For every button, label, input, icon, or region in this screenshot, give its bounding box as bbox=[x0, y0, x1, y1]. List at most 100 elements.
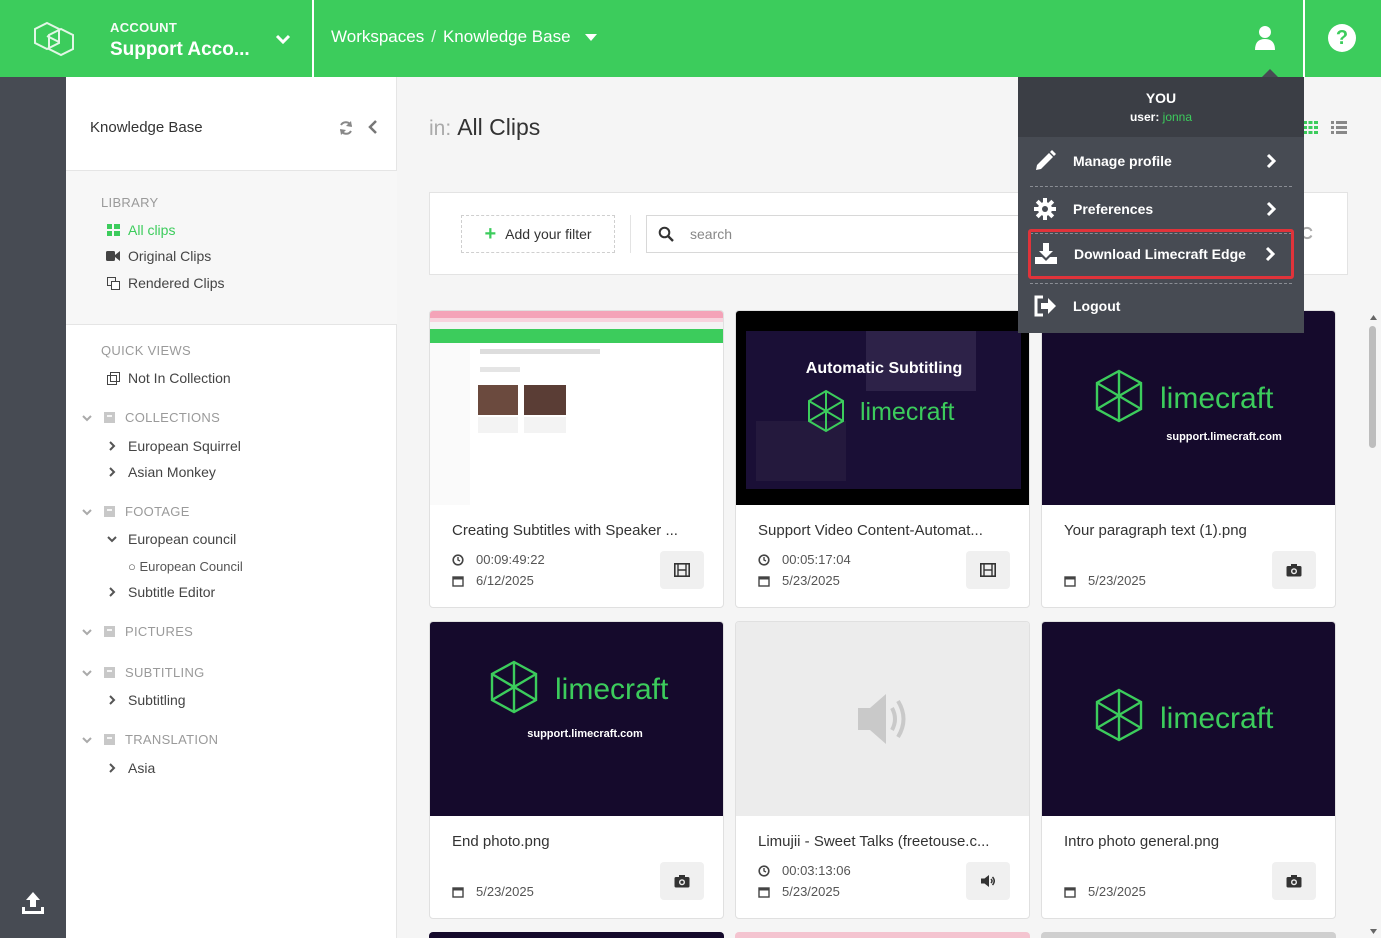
chevron-right-icon[interactable] bbox=[106, 762, 118, 774]
search-input[interactable] bbox=[690, 226, 990, 242]
clip-card[interactable]: Automatic Subtitling limecraft Support V… bbox=[735, 310, 1030, 608]
clip-date: 5/23/2025 bbox=[758, 884, 840, 899]
group-translation[interactable]: TRANSLATION bbox=[80, 732, 218, 747]
duration-value: 00:05:17:04 bbox=[782, 552, 851, 567]
clip-type-button[interactable] bbox=[1272, 551, 1316, 589]
clip-card[interactable]: limecraft support.limecraft.com End phot… bbox=[429, 621, 724, 919]
clip-thumbnail[interactable]: limecraft support.limecraft.com bbox=[430, 622, 724, 816]
sidebar-item-not-in-collection[interactable]: Not In Collection bbox=[106, 370, 231, 386]
collapse-sidebar-icon[interactable] bbox=[366, 119, 380, 135]
sidebar-item-original-clips[interactable]: Original Clips bbox=[106, 248, 211, 264]
menu-item-manage-profile[interactable]: Manage profile bbox=[1030, 139, 1292, 183]
clip-title[interactable]: Support Video Content-Automat... bbox=[758, 522, 1014, 539]
chevron-right-icon[interactable] bbox=[106, 440, 118, 452]
date-value: 5/23/2025 bbox=[782, 884, 840, 899]
chevron-right-icon[interactable] bbox=[106, 694, 118, 706]
clip-title[interactable]: Creating Subtitles with Speaker ... bbox=[452, 522, 708, 539]
user-icon bbox=[1255, 26, 1275, 50]
translation-item-asia[interactable]: Asia bbox=[106, 760, 155, 776]
caret-down-icon[interactable] bbox=[584, 33, 597, 41]
clip-card[interactable]: Limujii - Sweet Talks (freetouse.c... 00… bbox=[735, 621, 1030, 919]
clip-card[interactable]: limecraft Intro photo general.png 5/23/2… bbox=[1041, 621, 1336, 919]
clip-thumbnail[interactable]: limecraft support.limecraft.com bbox=[1042, 311, 1336, 505]
collection-item-asian-monkey[interactable]: Asian Monkey bbox=[106, 464, 216, 480]
clip-duration: 00:03:13:06 bbox=[758, 863, 851, 878]
page-title-prefix: in: bbox=[429, 117, 452, 140]
clip-title[interactable]: Your paragraph text (1).png bbox=[1064, 522, 1320, 539]
sidebar-item-rendered-clips[interactable]: Rendered Clips bbox=[106, 275, 225, 291]
clip-card[interactable]: Creating Subtitles with Speaker ... 00:0… bbox=[429, 310, 724, 608]
list-view-icon[interactable] bbox=[1331, 121, 1347, 134]
group-pictures[interactable]: PICTURES bbox=[80, 624, 193, 639]
clip-type-button[interactable] bbox=[660, 862, 704, 900]
clip-type-button[interactable] bbox=[1272, 862, 1316, 900]
sidebar-item-all-clips[interactable]: All clips bbox=[106, 222, 175, 238]
group-footage[interactable]: FOOTAGE bbox=[80, 504, 190, 519]
scroll-down-icon[interactable] bbox=[1366, 926, 1381, 936]
clock-icon bbox=[758, 864, 770, 877]
add-filter-button[interactable]: + Add your filter bbox=[461, 215, 615, 253]
download-icon bbox=[1035, 243, 1057, 264]
clip-thumbnail[interactable]: limecraft bbox=[1042, 622, 1336, 816]
grid-view-icon[interactable] bbox=[1303, 121, 1318, 134]
date-value: 5/23/2025 bbox=[476, 884, 534, 899]
breadcrumb-knowledge-base[interactable]: Knowledge Base bbox=[443, 27, 571, 47]
chevron-down-icon[interactable] bbox=[272, 28, 294, 50]
chevron-right-icon[interactable] bbox=[106, 586, 118, 598]
chevron-right-icon[interactable] bbox=[106, 466, 118, 478]
camera-icon bbox=[1286, 564, 1302, 577]
film-icon bbox=[674, 563, 690, 577]
menu-item-download-limecraft-edge[interactable]: Download Limecraft Edge bbox=[1028, 229, 1294, 279]
menu-item-logout[interactable]: Logout bbox=[1030, 284, 1292, 328]
help-icon[interactable] bbox=[1328, 24, 1356, 52]
clip-title[interactable]: End photo.png bbox=[452, 833, 708, 850]
thumbnail-heading: Automatic Subtitling bbox=[806, 360, 962, 377]
clip-thumbnail[interactable] bbox=[736, 622, 1030, 816]
translation-label: Asia bbox=[128, 760, 156, 776]
account-switcher[interactable]: ACCOUNT Support Acco... bbox=[110, 20, 250, 61]
film-icon bbox=[980, 563, 996, 577]
subtitling-item-subtitling[interactable]: Subtitling bbox=[106, 692, 186, 708]
clip-date: 6/12/2025 bbox=[452, 573, 534, 588]
collection-label: European Squirrel bbox=[128, 438, 241, 454]
clip-type-button[interactable] bbox=[966, 551, 1010, 589]
you-label: YOU bbox=[1145, 90, 1177, 106]
group-collections[interactable]: COLLECTIONS bbox=[80, 410, 220, 425]
collection-item-european-squirrel[interactable]: European Squirrel bbox=[106, 438, 241, 454]
logout-icon bbox=[1034, 295, 1056, 317]
menu-item-preferences[interactable]: Preferences bbox=[1030, 187, 1292, 231]
group-label: PICTURES bbox=[125, 624, 194, 639]
footage-item-subtitle-editor[interactable]: Subtitle Editor bbox=[106, 584, 215, 600]
limecraft-logo-icon[interactable] bbox=[33, 20, 77, 58]
folder-icon bbox=[104, 734, 115, 745]
clip-thumbnail[interactable] bbox=[430, 311, 724, 505]
footage-item-european-council[interactable]: European council bbox=[106, 531, 236, 547]
clip-card-peek bbox=[735, 932, 1030, 938]
user-menu-button[interactable] bbox=[1240, 18, 1290, 58]
pencil-icon bbox=[1036, 150, 1056, 170]
duration-value: 00:03:13:06 bbox=[782, 863, 851, 878]
breadcrumb-workspaces[interactable]: Workspaces bbox=[331, 27, 424, 47]
clip-duration: 00:05:17:04 bbox=[758, 552, 851, 567]
footage-subitem-european-council[interactable]: ○ European Council bbox=[128, 559, 243, 574]
library-heading: LIBRARY bbox=[101, 195, 159, 210]
clip-card-peek bbox=[429, 932, 724, 938]
group-label: COLLECTIONS bbox=[125, 410, 221, 425]
scroll-up-icon[interactable] bbox=[1366, 313, 1381, 323]
date-value: 5/23/2025 bbox=[782, 573, 840, 588]
menu-item-label: Preferences bbox=[1073, 201, 1154, 217]
clip-type-button[interactable] bbox=[966, 862, 1010, 900]
calendar-icon bbox=[1064, 886, 1076, 898]
upload-icon[interactable] bbox=[20, 890, 46, 916]
group-subtitling[interactable]: SUBTITLING bbox=[80, 665, 205, 680]
footage-label: European council bbox=[128, 531, 237, 547]
clip-thumbnail[interactable]: Automatic Subtitling limecraft bbox=[736, 311, 1030, 505]
search-box[interactable] bbox=[646, 215, 1046, 253]
clip-type-button[interactable] bbox=[660, 551, 704, 589]
chevron-down-icon[interactable] bbox=[106, 533, 118, 545]
scrollbar-thumb[interactable] bbox=[1369, 326, 1376, 448]
clip-title[interactable]: Intro photo general.png bbox=[1064, 833, 1320, 850]
clip-title[interactable]: Limujii - Sweet Talks (freetouse.c... bbox=[758, 833, 1014, 850]
clip-card[interactable]: limecraft support.limecraft.com Your par… bbox=[1041, 310, 1336, 608]
refresh-icon[interactable] bbox=[338, 120, 354, 136]
